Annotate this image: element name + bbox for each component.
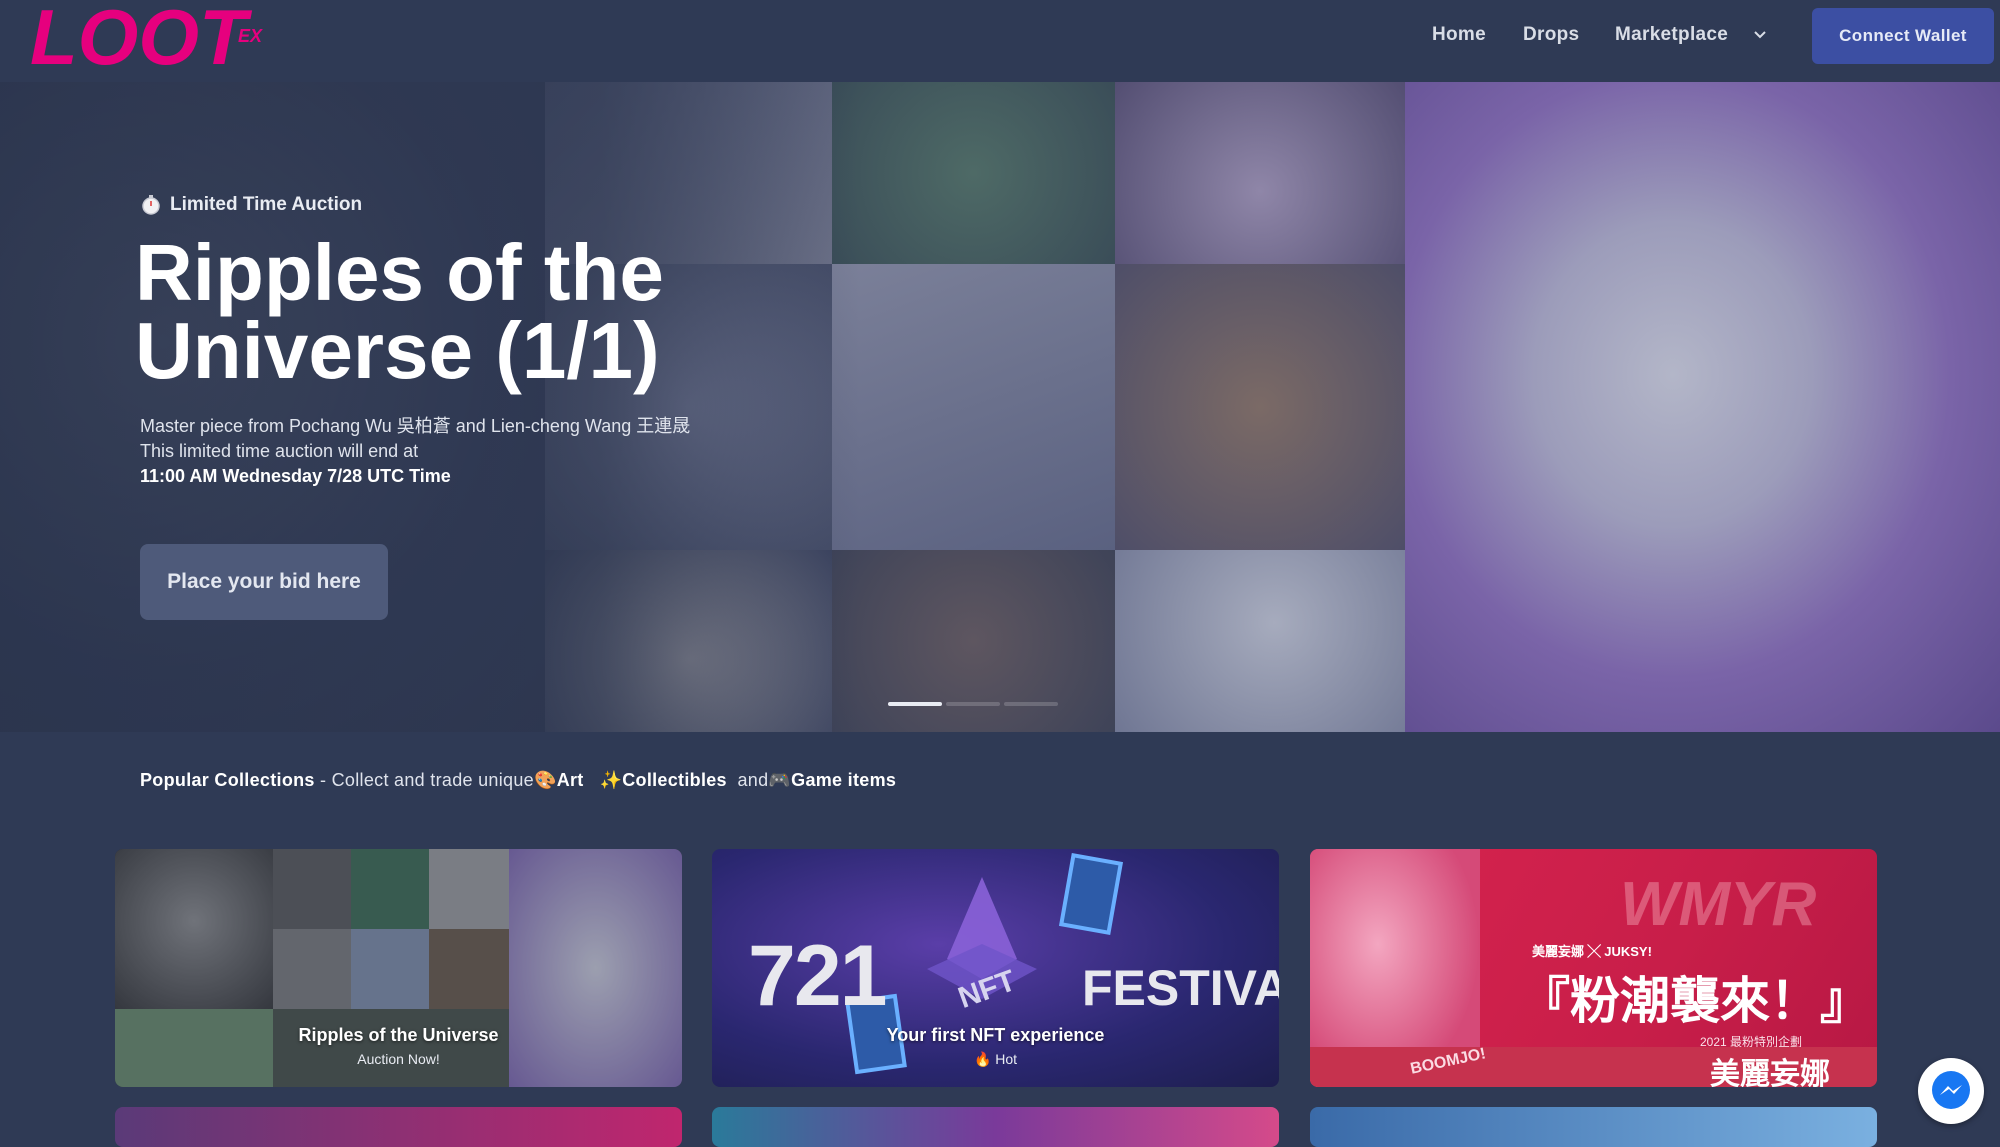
connect-wallet-button[interactable]: Connect Wallet [1812,8,1994,64]
messenger-icon [1932,1071,1970,1109]
hero-description: Master piece from Pochang Wu 吳柏蒼 and Lie… [140,414,860,489]
collection-card[interactable] [115,1107,682,1147]
collection-card-ripples[interactable]: Ripples of the Universe Auction Now! [115,849,682,1087]
gamepad-icon: 🎮 [768,770,792,790]
card-art-word: FESTIVAL [1082,960,1279,1016]
messenger-chat-button[interactable] [1918,1058,1984,1124]
auction-end-time: 11:00 AM Wednesday 7/28 UTC Time [140,466,451,486]
place-bid-button[interactable]: Place your bid here [140,544,388,620]
hero-overlay [0,82,860,732]
svg-text:LOOT: LOOT [30,2,253,74]
popular-collections-heading: Popular Collections - Collect and trade … [140,770,896,791]
collection-card[interactable] [712,1107,1279,1147]
category-collectibles[interactable]: Collectibles [622,770,727,790]
svg-text:EX: EX [238,26,263,46]
sparkles-icon: ✨ [588,770,623,790]
artwork-tile [1115,550,1405,732]
auction-badge-label: Limited Time Auction [170,194,363,215]
hero-desc-line: Master piece from Pochang Wu 吳柏蒼 and Lie… [140,416,691,436]
card-title: Your first NFT experience [886,1025,1105,1045]
hero-title-line: Ripples of the [135,228,664,317]
card-art-collab: 美麗妄娜 ╳ JUKSY! [1532,944,1652,959]
stopwatch-icon [142,195,160,215]
category-art[interactable]: Art [557,770,584,790]
hero-desc-line: This limited time auction will end at [140,441,419,461]
card-art-number: 721 [748,928,887,1024]
carousel-dot[interactable] [946,702,1000,706]
carousel-indicators [888,702,1058,706]
hero-title: Ripples of the Universe (1/1) [135,228,935,395]
hero-title-line: Universe (1/1) [135,306,660,395]
card-art-title: 『粉潮襲來！』 [1520,973,1870,1029]
card-subtitle: Hot [995,1051,1018,1067]
artwork-tile [1115,264,1405,550]
nav-marketplace[interactable]: Marketplace [1615,24,1728,46]
card-subtitle: Auction Now! [357,1051,440,1067]
auction-badge: Limited Time Auction [140,194,362,216]
card-subtitle-row: 🔥 Hot [712,1051,1279,1068]
collection-card-pink-wave[interactable]: WMYR 美麗妄娜 ╳ JUKSY! 『粉潮襲來！』 2021 最粉特別企劃 B… [1310,849,1877,1087]
popular-heading: Popular Collections [140,770,315,790]
artwork-tile [1115,82,1405,264]
card-title: Ripples of the Universe [298,1025,499,1045]
fire-icon: 🔥 [973,1051,996,1067]
carousel-dot[interactable] [888,702,942,706]
category-game-items[interactable]: Game items [791,770,896,790]
hero-carousel: Limited Time Auction Ripples of the Univ… [0,82,2000,732]
palette-icon: 🎨 [533,770,557,790]
collection-card[interactable] [1310,1107,1877,1147]
popular-text: - Collect and trade unique [314,770,534,790]
collection-card-721-festival[interactable]: 721 FESTIVAL NFT Your first NFT experien… [712,849,1279,1087]
card-art-brand: WMYR [1620,870,1817,939]
nav-drops[interactable]: Drops [1523,24,1579,46]
lootex-logo[interactable]: LOOT EX [30,2,270,74]
nav-home[interactable]: Home [1432,24,1486,46]
chevron-down-icon[interactable] [1751,26,1769,44]
top-navigation: LOOT EX Home Drops Marketplace Connect W… [0,0,2000,82]
card-art-name: 美麗妄娜 [1710,1058,1830,1087]
carousel-dot[interactable] [1004,702,1058,706]
artwork-tile [1405,82,2000,732]
popular-and: and [737,770,769,790]
